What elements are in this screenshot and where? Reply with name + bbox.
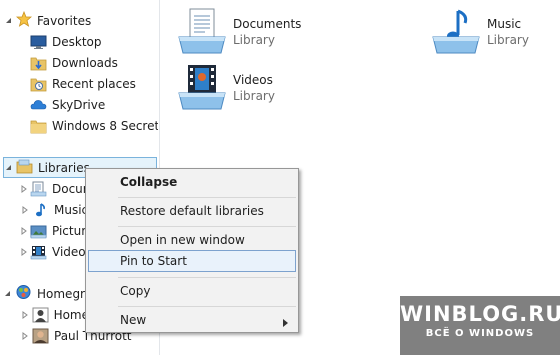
- desktop-icon: [30, 34, 47, 50]
- collapsed-arrow-icon[interactable]: [21, 205, 29, 214]
- tree-item-label: Downloads: [52, 55, 118, 70]
- library-tile-music[interactable]: Music Library: [431, 7, 529, 58]
- pictures-library-icon: [30, 223, 47, 239]
- tree-item-label: Videos: [52, 244, 89, 259]
- homegroup-icon: [15, 284, 32, 303]
- tree-item-label: Windows 8 Secrets: [52, 118, 158, 133]
- menu-separator: [118, 226, 296, 227]
- tree-item-favorites[interactable]: Favorites: [4, 10, 154, 31]
- tree-item-label: Music: [54, 202, 89, 217]
- tree-item-documents[interactable]: Documents: [21, 178, 89, 199]
- expanded-arrow-icon[interactable]: [4, 164, 12, 172]
- tree-item-skydrive[interactable]: SkyDrive: [30, 94, 158, 115]
- library-type: Library: [233, 33, 275, 47]
- menu-item-open-in-new-window[interactable]: Open in new window: [88, 229, 296, 251]
- collapsed-arrow-icon[interactable]: [21, 184, 27, 193]
- library-tile-documents[interactable]: Documents Library: [177, 7, 301, 58]
- star-icon: [15, 10, 33, 30]
- tree-item-label: SkyDrive: [52, 97, 106, 112]
- tree-item-pictures[interactable]: Pictures: [21, 220, 89, 241]
- library-name: Documents: [233, 17, 302, 31]
- tree-item-label: Recent places: [52, 76, 136, 91]
- tree-item-recent-places[interactable]: Recent places: [30, 73, 158, 94]
- menu-item-restore-default-libraries[interactable]: Restore default libraries: [88, 200, 296, 222]
- tree-item-label: Desktop: [52, 34, 102, 49]
- watermark-title: WINBLOG.RU: [400, 302, 560, 326]
- downloads-folder-icon: [30, 55, 47, 71]
- tree-item-home[interactable]: Home: [21, 304, 89, 325]
- folder-icon: [30, 118, 47, 134]
- menu-item-pin-to-start[interactable]: Pin to Start: [88, 250, 296, 272]
- user-avatar-icon: [32, 307, 49, 323]
- tree-item-label: Favorites: [37, 13, 92, 28]
- context-menu: Collapse Restore default libraries Open …: [85, 168, 299, 333]
- tree-item-label: Documents: [52, 181, 89, 196]
- watermark-subtitle: ВСЁ О WINDOWS: [425, 328, 535, 339]
- videos-library-icon: [177, 63, 227, 114]
- tree-item-label: Libraries: [38, 160, 90, 175]
- tree-item-homegroup[interactable]: Homegroup: [4, 283, 89, 304]
- menu-separator: [118, 306, 296, 307]
- tree-item-videos[interactable]: Videos: [21, 241, 89, 262]
- music-library-icon: [32, 202, 49, 218]
- collapsed-arrow-icon[interactable]: [21, 226, 27, 235]
- library-name: Videos: [233, 73, 273, 87]
- submenu-arrow-icon: [283, 316, 288, 330]
- menu-separator: [118, 197, 296, 198]
- tree-item-desktop[interactable]: Desktop: [30, 31, 158, 52]
- menu-item-label: New: [120, 313, 147, 327]
- collapsed-arrow-icon[interactable]: [21, 247, 27, 256]
- tree-item-windows-8-secrets[interactable]: Windows 8 Secrets: [30, 115, 158, 136]
- menu-separator: [118, 277, 296, 278]
- libraries-icon: [16, 158, 33, 177]
- menu-item-new[interactable]: New: [88, 309, 296, 331]
- tree-item-downloads[interactable]: Downloads: [30, 52, 158, 73]
- skydrive-icon: [30, 97, 47, 113]
- expanded-arrow-icon[interactable]: [4, 17, 12, 25]
- menu-item-label: Restore default libraries: [120, 204, 264, 218]
- library-name: Music: [487, 17, 522, 31]
- documents-library-icon: [177, 7, 227, 58]
- library-type: Library: [487, 33, 529, 47]
- expanded-arrow-icon[interactable]: [4, 290, 11, 298]
- user-avatar-icon: [32, 328, 49, 344]
- collapsed-arrow-icon[interactable]: [21, 331, 29, 340]
- menu-item-copy[interactable]: Copy: [88, 280, 296, 302]
- tree-item-music[interactable]: Music: [21, 199, 89, 220]
- recent-places-icon: [30, 76, 47, 92]
- collapsed-arrow-icon[interactable]: [21, 310, 29, 319]
- documents-library-icon: [30, 181, 47, 197]
- menu-item-label: Pin to Start: [120, 254, 187, 268]
- menu-item-label: Copy: [120, 284, 151, 298]
- videos-library-icon: [30, 244, 47, 260]
- tree-item-label: Home: [53, 307, 89, 322]
- watermark: WINBLOG.RU ВСЁ О WINDOWS: [400, 296, 560, 355]
- menu-item-collapse[interactable]: Collapse: [88, 171, 296, 193]
- tree-item-label: Pictures: [52, 223, 89, 238]
- music-library-icon: [431, 7, 481, 58]
- menu-item-label: Collapse: [120, 175, 178, 189]
- menu-item-label: Open in new window: [120, 233, 245, 247]
- library-type: Library: [233, 89, 275, 103]
- library-tile-videos[interactable]: Videos Library: [177, 63, 275, 114]
- tree-item-label: Homegroup: [37, 286, 89, 301]
